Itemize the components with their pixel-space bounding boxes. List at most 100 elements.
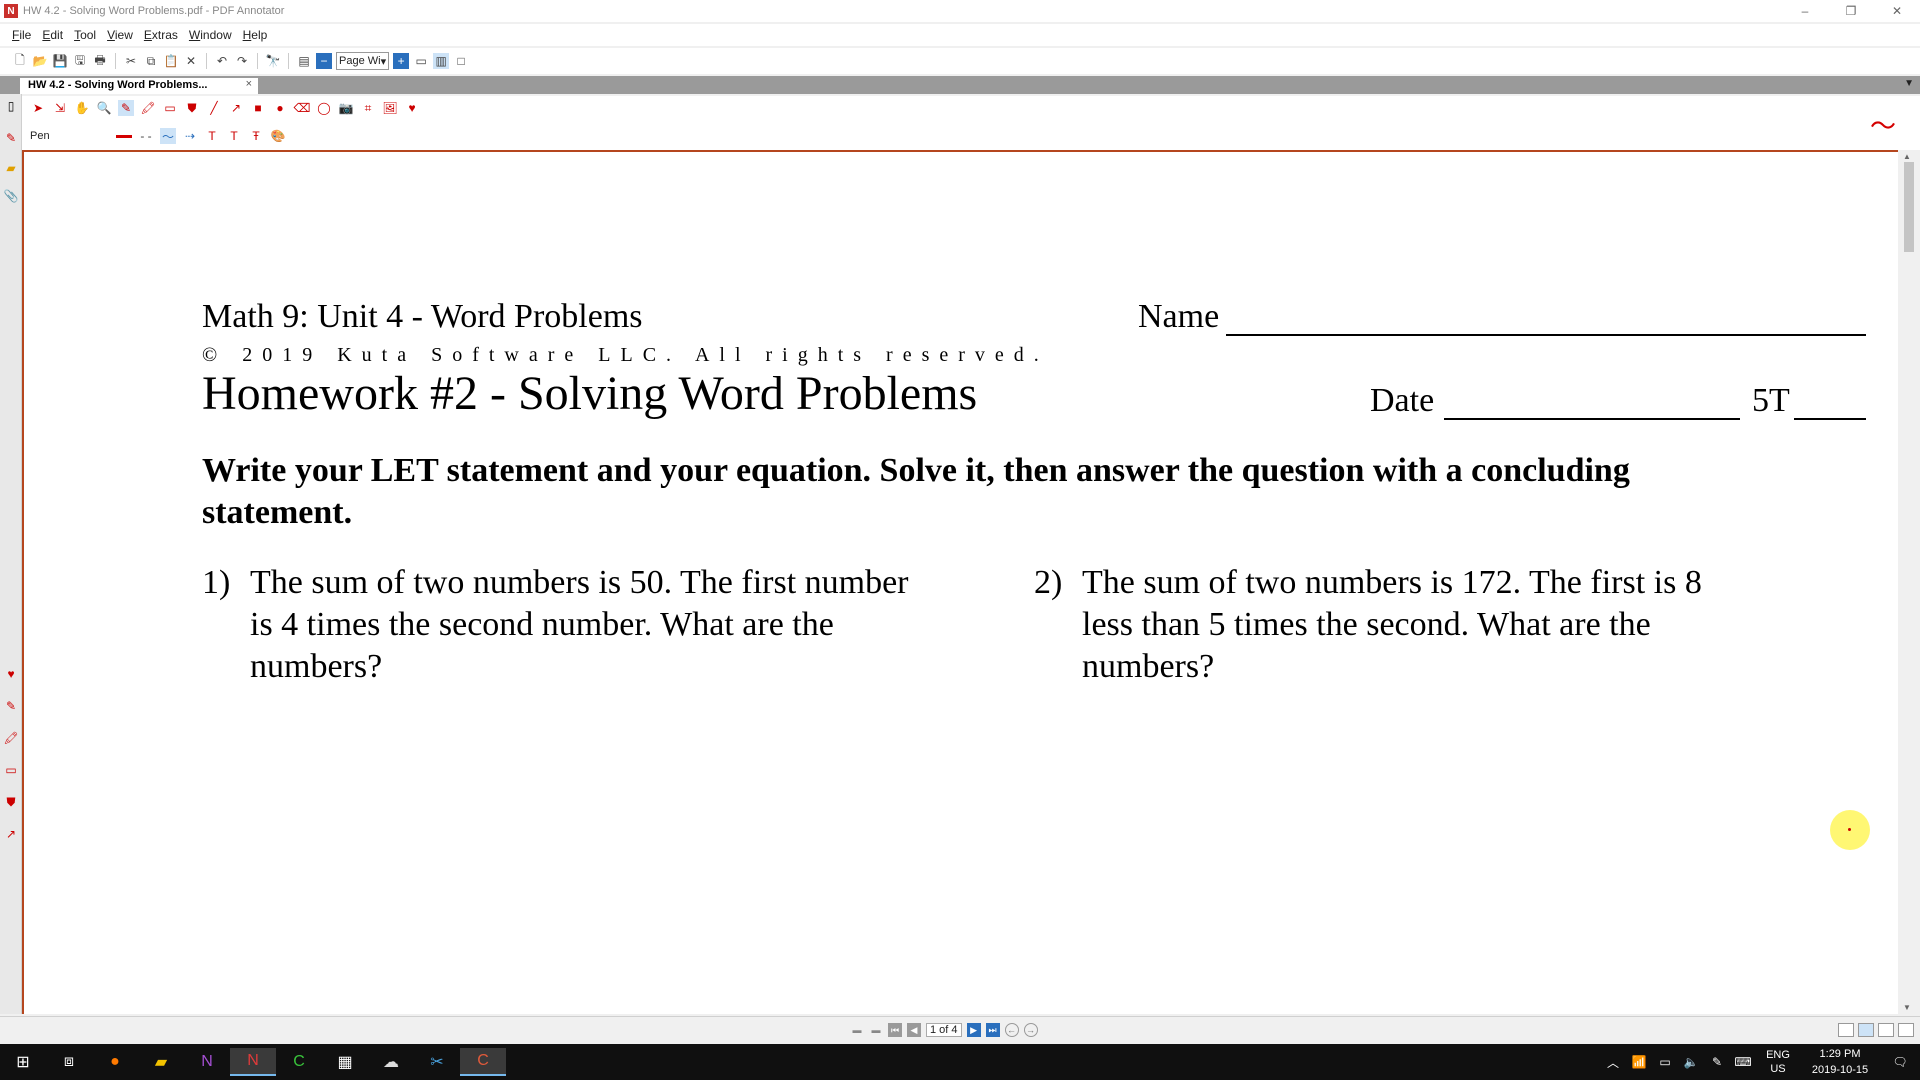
scroll-down-arrow-icon[interactable]: ▼ (1903, 1003, 1911, 1012)
nav-delete-page-icon[interactable]: ▬ (869, 1023, 883, 1037)
camtasia-icon[interactable]: C (276, 1048, 322, 1076)
document-viewport[interactable]: Math 9: Unit 4 - Word Problems Name © 20… (22, 150, 1898, 1014)
page-counter[interactable]: 1 of 4 (926, 1023, 962, 1037)
select-arrow-icon[interactable]: ➤ (30, 100, 46, 116)
line-style-dropdown-icon[interactable]: - - (138, 128, 154, 144)
notifications-icon[interactable]: 🗨 (1880, 1055, 1920, 1069)
cut-icon[interactable]: ✂ (123, 53, 139, 69)
fit-page-icon[interactable]: ▭ (413, 53, 429, 69)
crop-icon[interactable]: ⌗ (360, 100, 376, 116)
single-page-view-icon[interactable] (1838, 1023, 1854, 1037)
save-as-icon[interactable]: 🖫 (72, 53, 88, 69)
close-button[interactable]: ✕ (1874, 0, 1920, 22)
bookmarks-panel-icon[interactable]: ▰ (3, 160, 19, 176)
menu-window[interactable]: Window (189, 28, 232, 42)
arrow-line-icon[interactable]: ↗ (228, 100, 244, 116)
first-page-icon[interactable]: ⏮ (888, 1023, 902, 1037)
menu-file[interactable]: File (12, 28, 31, 42)
file-explorer-icon[interactable]: ▰ (138, 1048, 184, 1076)
favorite-heart-icon[interactable]: ♥ (3, 666, 19, 682)
line-icon[interactable]: ╱ (206, 100, 222, 116)
battery-icon[interactable]: ▭ (1652, 1055, 1678, 1069)
undo-icon[interactable]: ↶ (214, 53, 230, 69)
zoom-out-icon[interactable]: − (316, 53, 332, 69)
back-icon[interactable]: ← (1004, 1023, 1019, 1037)
pen-tool-icon[interactable]: ✎ (118, 100, 134, 116)
menu-view[interactable]: View (107, 28, 133, 42)
zoom-tool-icon[interactable]: 🔍 (96, 100, 112, 116)
text-baseline-icon[interactable]: T (226, 128, 242, 144)
text-strikethrough-icon[interactable]: Ŧ (248, 128, 264, 144)
favorite-pen-icon[interactable]: ✎ (3, 698, 19, 714)
clock[interactable]: 1:29 PM 2019-10-15 (1800, 1046, 1880, 1078)
pen-panel-icon[interactable]: ✎ (3, 130, 19, 146)
last-page-icon[interactable]: ⏭ (985, 1023, 1000, 1037)
menu-edit[interactable]: Edit (42, 28, 63, 42)
scroll-thumb[interactable] (1904, 162, 1914, 252)
pen-color-picker[interactable] (116, 128, 132, 144)
save-icon[interactable]: 💾 (52, 53, 68, 69)
favorite-textbox-icon[interactable]: ▭ (3, 762, 19, 778)
volume-icon[interactable]: 🔈 (1678, 1055, 1704, 1069)
favorite-arrow-icon[interactable]: ↗ (3, 826, 19, 842)
windows-start-icon[interactable]: ⊞ (0, 1048, 46, 1076)
camera-icon[interactable]: 📷 (338, 100, 354, 116)
text-underline-icon[interactable]: T (204, 128, 220, 144)
stamp-icon[interactable]: ⛊ (184, 100, 200, 116)
minimize-button[interactable]: – (1782, 0, 1828, 22)
copy-icon[interactable]: ⧉ (143, 53, 159, 69)
restore-button[interactable]: ❐ (1828, 0, 1874, 22)
favorite-stamp-icon[interactable]: ⛊ (3, 794, 19, 810)
tab-list-chevron-icon[interactable]: ▼ (1904, 78, 1914, 89)
menu-extras[interactable]: Extras (144, 28, 178, 42)
redo-icon[interactable]: ↷ (234, 53, 250, 69)
vertical-scrollbar[interactable]: ▲ ▼ (1898, 150, 1920, 1014)
tab-document[interactable]: HW 4.2 - Solving Word Problems... × (20, 78, 258, 94)
nav-insert-page-icon[interactable]: ▬ (850, 1023, 864, 1037)
favorites-heart-icon[interactable]: ♥ (404, 100, 420, 116)
two-page-view-icon[interactable] (1878, 1023, 1894, 1037)
recorder-icon[interactable]: C (460, 1048, 506, 1076)
eraser-icon[interactable]: ⌫ (294, 100, 311, 116)
pen-workspace-icon[interactable]: ✎ (1704, 1055, 1730, 1069)
smoothing-icon[interactable]: ⇢ (182, 128, 198, 144)
fullscreen-icon[interactable]: □ (453, 53, 469, 69)
rectangle-icon[interactable]: ■ (250, 100, 266, 116)
paint-icon[interactable]: ☁ (368, 1048, 414, 1076)
open-folder-icon[interactable]: 📂 (32, 53, 48, 69)
color-palette-icon[interactable]: 🎨 (270, 128, 286, 144)
touch-keyboard-icon[interactable]: ⌨ (1730, 1055, 1756, 1069)
tab-close-icon[interactable]: × (246, 78, 252, 90)
find-binoculars-icon[interactable]: 🔭 (265, 53, 281, 69)
previous-page-icon[interactable]: ◀ (907, 1023, 921, 1037)
firefox-icon[interactable]: ● (92, 1048, 138, 1076)
calculator-icon[interactable]: ▦ (322, 1048, 368, 1076)
task-view-icon[interactable]: ⧈ (46, 1048, 92, 1076)
lasso-icon[interactable]: ◯ (316, 100, 332, 116)
highlighter-icon[interactable]: 🖍 (140, 100, 156, 116)
language-indicator[interactable]: ENG US (1756, 1048, 1800, 1076)
textbox-icon[interactable]: ▭ (162, 100, 178, 116)
print-icon[interactable]: 🖶 (92, 53, 108, 69)
favorite-highlighter-icon[interactable]: 🖍 (3, 730, 19, 746)
attachments-panel-icon[interactable]: 📎 (3, 188, 19, 204)
pdf-annotator-taskbar-icon[interactable]: N (230, 1048, 276, 1076)
ellipse-icon[interactable]: ● (272, 100, 288, 116)
scroll-up-arrow-icon[interactable]: ▲ (1903, 152, 1911, 161)
forward-icon[interactable]: → (1023, 1023, 1038, 1037)
new-document-icon[interactable]: 🗋 (12, 53, 28, 69)
paste-icon[interactable]: 📋 (163, 53, 179, 69)
pdf-page[interactable]: Math 9: Unit 4 - Word Problems Name © 20… (32, 154, 1894, 1014)
wifi-icon[interactable]: 📶 (1626, 1055, 1652, 1069)
onenote-icon[interactable]: N (184, 1048, 230, 1076)
continuous-view-icon[interactable] (1858, 1023, 1874, 1037)
freehand-mode-icon[interactable]: 〜 (160, 128, 176, 144)
pages-panel-icon[interactable]: ▯ (3, 98, 19, 114)
delete-icon[interactable]: ✕ (183, 53, 199, 69)
hand-tool-icon[interactable]: ✋ (74, 100, 90, 116)
page-layout-icon[interactable]: ▤ (296, 53, 312, 69)
zoom-select[interactable]: Page Wi ▾ (336, 52, 390, 70)
menu-help[interactable]: Help (243, 28, 268, 42)
zoom-in-icon[interactable]: + (393, 53, 410, 69)
show-hidden-icons-chevron-icon[interactable]: ︿ (1600, 1054, 1626, 1071)
